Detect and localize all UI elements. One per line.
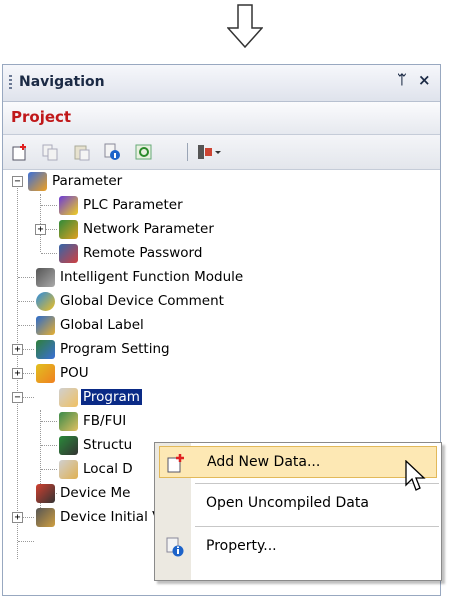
tree-item-label: Parameter <box>52 173 123 189</box>
tree-item-label: Local D <box>83 461 133 477</box>
tree-item-label: Global Device Comment <box>60 293 224 309</box>
refresh-icon[interactable] <box>135 143 153 161</box>
program-folder-icon <box>59 388 78 407</box>
copy-icon[interactable] <box>41 143 59 161</box>
project-label: Project <box>11 108 72 126</box>
panel-title: Navigation <box>19 74 105 90</box>
fb-fun-icon <box>59 412 78 431</box>
tree-item-label: POU <box>60 365 89 381</box>
tree-item-label: Intelligent Function Module <box>60 269 244 285</box>
device-initial-value-icon <box>36 508 55 527</box>
collapse-parameter-toggle[interactable]: − <box>12 176 23 187</box>
intelligent-module-icon <box>36 268 55 287</box>
pou-icon <box>36 364 55 383</box>
expand-global-label-toggle[interactable]: + <box>12 344 23 355</box>
menu-separator <box>195 526 439 527</box>
tree-item-label: Program <box>81 389 142 405</box>
project-bar[interactable]: Project <box>3 102 440 135</box>
property-icon[interactable] <box>103 143 121 161</box>
tree-item-label: Structu <box>83 437 133 453</box>
device-memory-icon <box>36 484 55 503</box>
tree-item-label: Remote Password <box>83 245 203 261</box>
menu-item-label: Property... <box>206 538 277 554</box>
close-icon[interactable]: × <box>418 71 431 89</box>
network-parameter-icon <box>59 220 78 239</box>
paste-icon[interactable] <box>73 143 91 161</box>
tree-item-label: Global Label <box>60 317 144 333</box>
local-device-icon <box>59 460 78 479</box>
panel-titlebar: Navigation ᛠ × <box>3 65 440 102</box>
plc-parameter-icon <box>59 196 78 215</box>
add-new-data-icon <box>167 454 184 473</box>
program-setting-icon <box>36 340 55 359</box>
tree-item-label: FB/FUI <box>83 413 127 429</box>
expand-device-memory-toggle[interactable]: + <box>12 512 23 523</box>
property-icon <box>166 537 184 557</box>
expand-network-parameter-toggle[interactable]: + <box>35 224 46 235</box>
tree-item-label: PLC Parameter <box>83 197 183 213</box>
structured-data-icon <box>59 436 78 455</box>
tree-item-label: Device Me <box>60 485 131 501</box>
mouse-cursor-icon <box>405 460 426 491</box>
global-label-icon <box>36 316 55 335</box>
remote-password-icon <box>59 244 78 263</box>
grip-icon[interactable] <box>9 75 12 91</box>
tree-item-label: Program Setting <box>60 341 170 357</box>
expand-program-setting-toggle[interactable]: + <box>12 368 23 379</box>
menu-separator <box>195 483 439 484</box>
menu-item-label: Add New Data... <box>207 454 321 470</box>
tree-item-label: Network Parameter <box>83 221 214 237</box>
pin-icon[interactable]: ᛠ <box>398 73 406 88</box>
filter-icon[interactable] <box>196 143 222 161</box>
toolbar-separator <box>187 143 188 161</box>
menu-item-property[interactable]: Property... <box>159 531 437 563</box>
menu-item-add-new-data[interactable]: Add New Data... <box>159 446 437 478</box>
navigation-toolbar <box>3 135 440 170</box>
menu-item-label: Open Uncompiled Data <box>206 495 369 511</box>
global-comment-icon <box>36 292 55 311</box>
context-menu: Add New Data... Open Uncompiled Data Pro… <box>154 442 442 581</box>
menu-item-open-uncompiled-data[interactable]: Open Uncompiled Data <box>159 488 437 520</box>
new-data-icon[interactable] <box>11 143 29 161</box>
parameter-icon <box>28 172 47 191</box>
collapse-pou-toggle[interactable]: − <box>12 392 23 403</box>
down-arrow-icon <box>227 4 263 48</box>
